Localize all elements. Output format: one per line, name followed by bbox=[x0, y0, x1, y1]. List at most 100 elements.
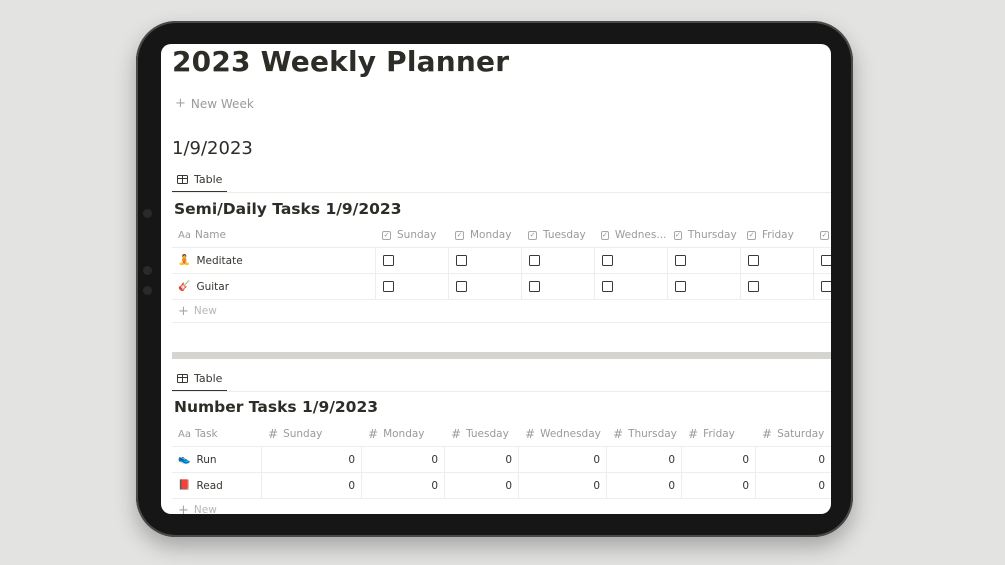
row-emoji-icon: 👟 bbox=[178, 454, 191, 465]
number-cell[interactable]: 0 bbox=[682, 473, 756, 498]
checkbox-property-icon: ✓ bbox=[820, 230, 829, 240]
checkbox-cell bbox=[449, 274, 522, 299]
checkbox[interactable] bbox=[456, 255, 467, 266]
new-row-button[interactable]: + New bbox=[172, 499, 831, 515]
table-row: 🎸 Guitar bbox=[172, 274, 831, 300]
column-header-name[interactable]: Aa Task bbox=[172, 422, 262, 446]
week-heading: 1/9/2023 bbox=[172, 138, 253, 159]
checkbox[interactable] bbox=[821, 255, 831, 266]
checkbox[interactable] bbox=[602, 281, 613, 292]
column-header[interactable]: # Wednesday bbox=[519, 422, 607, 446]
number-property-icon: # bbox=[525, 427, 536, 441]
column-header[interactable]: # Saturday bbox=[756, 422, 831, 446]
table-header-row: Aa Name ✓ Sunday ✓ Monday ✓ Tuesday ✓ Wednes... ✓ T… bbox=[172, 223, 831, 248]
checkbox[interactable] bbox=[383, 255, 394, 266]
checkbox[interactable] bbox=[748, 281, 759, 292]
number-cell[interactable]: 0 bbox=[682, 447, 756, 472]
checkbox-cell bbox=[449, 248, 522, 273]
number-cell[interactable]: 0 bbox=[262, 473, 362, 498]
number-cell[interactable]: 0 bbox=[607, 473, 682, 498]
row-name-cell[interactable]: 🎸 Guitar bbox=[172, 274, 376, 299]
new-week-button[interactable]: + New Week bbox=[175, 96, 254, 111]
checkbox-cell bbox=[668, 248, 741, 273]
column-header-label: Monday bbox=[383, 428, 425, 440]
column-header-label: Tuesday bbox=[466, 428, 509, 440]
checkbox-cell bbox=[595, 248, 668, 273]
daily-tasks-table: Aa Name ✓ Sunday ✓ Monday ✓ Tuesday ✓ Wednes... ✓ T… bbox=[172, 223, 831, 323]
checkbox[interactable] bbox=[529, 255, 540, 266]
column-header[interactable]: ✓ bbox=[814, 223, 831, 247]
row-emoji-icon: 📕 bbox=[178, 480, 191, 491]
row-name-cell[interactable]: 📕 Read bbox=[172, 473, 262, 498]
checkbox-property-icon: ✓ bbox=[601, 230, 609, 240]
new-row-label: New bbox=[193, 504, 217, 514]
side-button bbox=[143, 266, 152, 275]
number-cell[interactable]: 0 bbox=[519, 447, 607, 472]
checkbox-property-icon: ✓ bbox=[674, 230, 682, 240]
number-cell[interactable]: 0 bbox=[607, 447, 682, 472]
checkbox[interactable] bbox=[675, 281, 686, 292]
column-header-label: Name bbox=[194, 229, 226, 241]
checkbox-property-icon: ✓ bbox=[747, 230, 756, 240]
column-header-label: Monday bbox=[470, 229, 512, 241]
column-header[interactable]: ✓ Friday bbox=[741, 223, 814, 247]
column-header-label: Sunday bbox=[283, 428, 323, 440]
checkbox[interactable] bbox=[748, 255, 759, 266]
number-cell[interactable]: 0 bbox=[262, 447, 362, 472]
text-type-icon: Aa bbox=[178, 428, 191, 440]
row-name-cell[interactable]: 👟 Run bbox=[172, 447, 262, 472]
column-header[interactable]: # Tuesday bbox=[445, 422, 519, 446]
column-header[interactable]: # Friday bbox=[682, 422, 756, 446]
tab-label: Table bbox=[194, 371, 223, 385]
column-header[interactable]: # Monday bbox=[362, 422, 445, 446]
column-header[interactable]: ✓ Wednes... bbox=[595, 223, 668, 247]
column-header[interactable]: ✓ Thursday bbox=[668, 223, 741, 247]
checkbox[interactable] bbox=[821, 281, 831, 292]
checkbox-property-icon: ✓ bbox=[455, 230, 464, 240]
number-cell[interactable]: 0 bbox=[362, 473, 445, 498]
row-name-cell[interactable]: 🧘 Meditate bbox=[172, 248, 376, 273]
column-header[interactable]: # Thursday bbox=[607, 422, 682, 446]
checkbox-property-icon: ✓ bbox=[528, 230, 537, 240]
checkbox[interactable] bbox=[529, 281, 540, 292]
column-header-label: Friday bbox=[762, 229, 794, 241]
checkbox-cell bbox=[595, 274, 668, 299]
tab-divider bbox=[172, 192, 831, 193]
number-property-icon: # bbox=[268, 427, 279, 441]
checkbox[interactable] bbox=[383, 281, 394, 292]
number-cell[interactable]: 0 bbox=[445, 473, 519, 498]
tab-table-number[interactable]: Table bbox=[172, 366, 228, 392]
checkbox-cell bbox=[376, 248, 449, 273]
number-tasks-table: Aa Task # Sunday # Monday # Tuesday # Wednesday # T… bbox=[172, 422, 831, 514]
number-property-icon: # bbox=[451, 427, 462, 441]
column-header[interactable]: # Sunday bbox=[262, 422, 362, 446]
checkbox-cell bbox=[376, 274, 449, 299]
column-header[interactable]: ✓ Monday bbox=[449, 223, 522, 247]
number-cell[interactable]: 0 bbox=[362, 447, 445, 472]
row-emoji-icon: 🧘 bbox=[178, 255, 191, 266]
checkbox-cell bbox=[522, 274, 595, 299]
checkbox-cell bbox=[814, 248, 831, 273]
number-cell[interactable]: 0 bbox=[756, 447, 831, 472]
number-cell[interactable]: 0 bbox=[445, 447, 519, 472]
new-row-button[interactable]: + New bbox=[172, 300, 831, 323]
checkbox-cell bbox=[741, 248, 814, 273]
column-header[interactable]: ✓ Sunday bbox=[376, 223, 449, 247]
column-header-label: Saturday bbox=[777, 428, 825, 440]
notion-page: 2023 Weekly Planner + New Week 1/9/2023 … bbox=[161, 44, 831, 514]
checkbox[interactable] bbox=[602, 255, 613, 266]
checkbox[interactable] bbox=[456, 281, 467, 292]
number-cell[interactable]: 0 bbox=[756, 473, 831, 498]
number-property-icon: # bbox=[368, 427, 379, 441]
table-row: 👟 Run 0 0 0 0 0 0 0 bbox=[172, 447, 831, 473]
plus-icon: + bbox=[178, 303, 189, 319]
column-header[interactable]: ✓ Tuesday bbox=[522, 223, 595, 247]
tab-table-daily[interactable]: Table bbox=[172, 167, 228, 193]
checkbox[interactable] bbox=[675, 255, 686, 266]
database-title: Number Tasks 1/9/2023 bbox=[174, 398, 379, 416]
page-title: 2023 Weekly Planner bbox=[172, 45, 510, 78]
table-row: 📕 Read 0 0 0 0 0 0 0 bbox=[172, 473, 831, 499]
side-button bbox=[143, 209, 152, 218]
number-cell[interactable]: 0 bbox=[519, 473, 607, 498]
column-header-name[interactable]: Aa Name bbox=[172, 223, 376, 247]
